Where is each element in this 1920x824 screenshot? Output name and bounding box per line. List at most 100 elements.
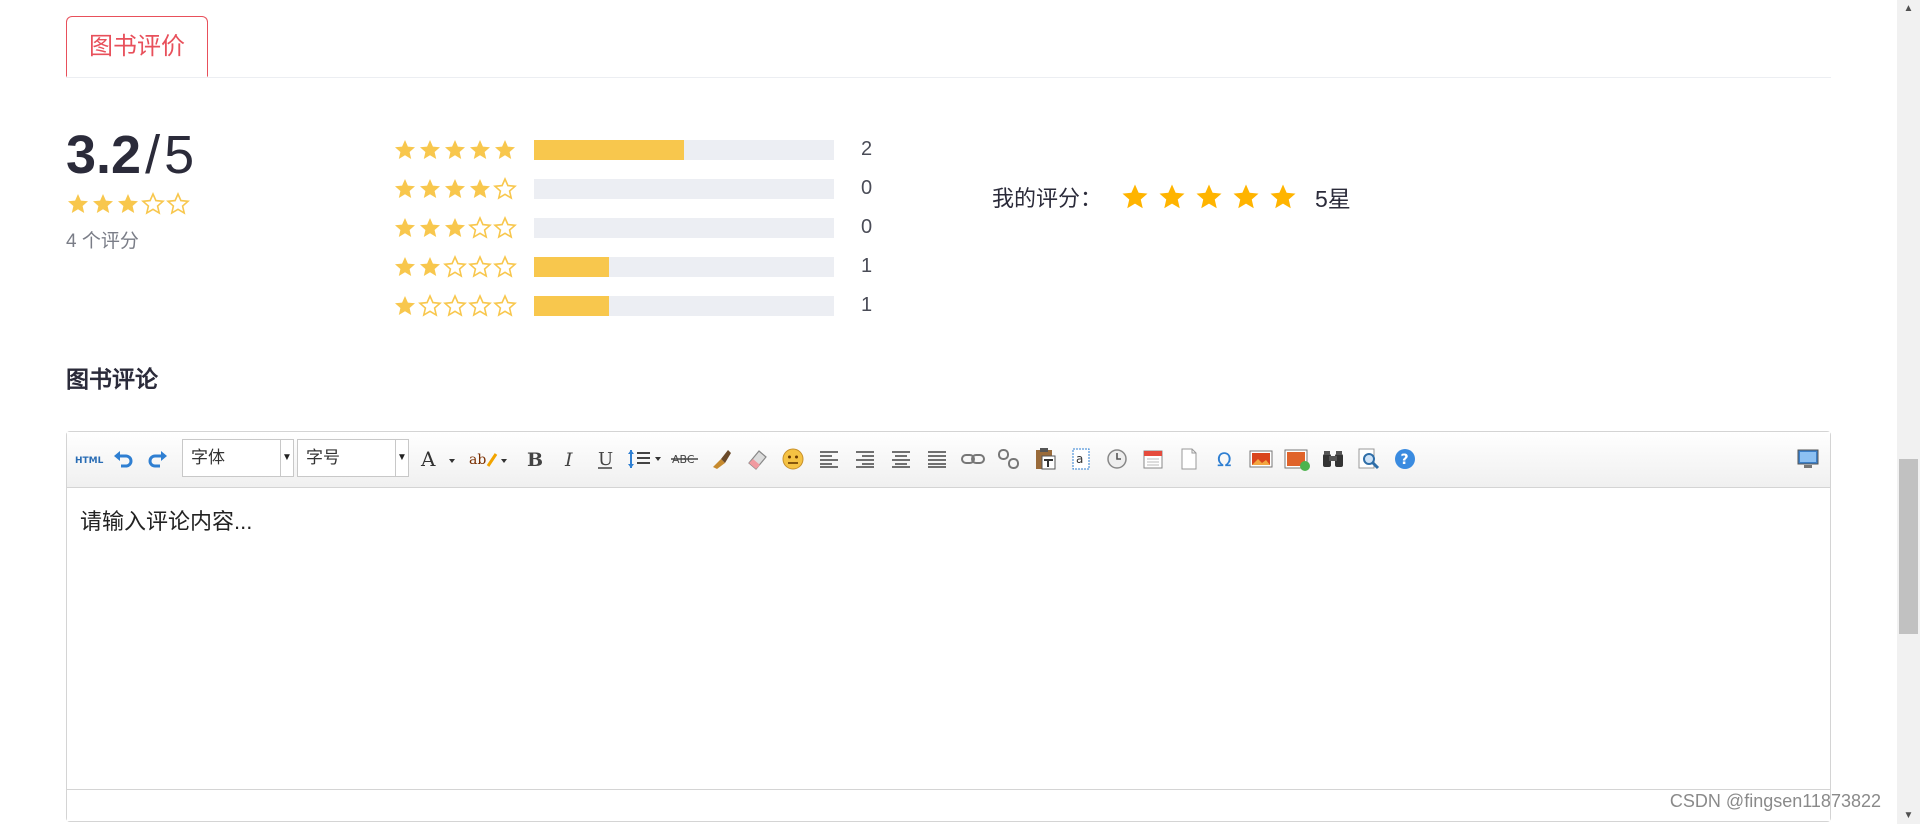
star-filled-icon bbox=[66, 192, 90, 216]
align-right-icon[interactable] bbox=[851, 443, 879, 475]
my-rating-star-icon[interactable] bbox=[1268, 182, 1298, 212]
italic-icon[interactable]: I bbox=[555, 443, 583, 475]
star-filled-icon bbox=[393, 216, 417, 240]
find-icon[interactable] bbox=[1319, 443, 1347, 475]
distribution-bar bbox=[534, 256, 834, 277]
editor-status-bar bbox=[67, 789, 1830, 821]
distribution-count: 0 bbox=[861, 177, 873, 199]
distribution-bar-fill bbox=[534, 139, 684, 160]
scroll-down-arrow-icon[interactable]: ▼ bbox=[1897, 807, 1920, 824]
distribution-stars bbox=[393, 138, 518, 162]
unlink-icon[interactable] bbox=[995, 443, 1023, 475]
insert-image-icon[interactable] bbox=[1283, 443, 1311, 475]
star-filled-icon bbox=[418, 138, 442, 162]
my-rating-star-icon[interactable] bbox=[1194, 182, 1224, 212]
font-size-label: 字号 bbox=[306, 448, 340, 467]
highlight-icon[interactable]: ab bbox=[467, 443, 511, 475]
star-empty-icon bbox=[443, 293, 467, 318]
comment-editor-area[interactable]: 请输入评论内容... bbox=[67, 488, 1830, 782]
score-value: 3.2 bbox=[66, 125, 142, 185]
star-filled-icon bbox=[418, 177, 442, 201]
star-filled-icon bbox=[418, 255, 442, 279]
distribution-row-4-star: 0 bbox=[393, 169, 881, 208]
html-source-icon[interactable]: HTML bbox=[73, 443, 105, 475]
underline-icon[interactable]: U bbox=[591, 443, 619, 475]
star-filled-icon bbox=[443, 177, 467, 201]
tab-bar: 图书评价 bbox=[66, 0, 1831, 78]
distribution-row-3-star: 0 bbox=[393, 208, 881, 247]
redo-icon[interactable] bbox=[144, 443, 172, 475]
average-stars bbox=[66, 192, 191, 216]
svg-text:I: I bbox=[564, 449, 573, 470]
star-filled-icon bbox=[393, 177, 417, 201]
distribution-count: 0 bbox=[861, 216, 873, 238]
distribution-count: 1 bbox=[861, 294, 873, 316]
help-icon[interactable]: ? bbox=[1391, 443, 1419, 475]
omega-icon[interactable]: Ω bbox=[1211, 443, 1239, 475]
svg-text:HTML: HTML bbox=[75, 456, 104, 466]
distribution-stars bbox=[393, 293, 518, 318]
star-filled-icon bbox=[468, 138, 492, 162]
undo-icon[interactable] bbox=[109, 443, 137, 475]
scroll-up-arrow-icon[interactable]: ▲ bbox=[1897, 0, 1920, 17]
star-empty-icon bbox=[493, 254, 517, 279]
distribution-bar-fill bbox=[534, 295, 609, 316]
my-rating-label: 我的评分： bbox=[992, 186, 1103, 211]
image-icon[interactable] bbox=[1247, 443, 1275, 475]
distribution-bar bbox=[534, 217, 834, 238]
time-icon[interactable] bbox=[1139, 443, 1167, 475]
align-center-icon[interactable] bbox=[887, 443, 915, 475]
font-size-select[interactable]: 字号 ▼ bbox=[297, 439, 409, 477]
star-filled-icon bbox=[443, 138, 467, 162]
rating-distribution: 2 0 0 1 1 bbox=[393, 130, 881, 325]
my-rating-stars[interactable] bbox=[1120, 182, 1305, 212]
fullscreen-icon[interactable] bbox=[1794, 443, 1822, 475]
distribution-bar bbox=[534, 295, 834, 316]
svg-text:ab: ab bbox=[469, 452, 486, 468]
my-rating-star-icon[interactable] bbox=[1120, 182, 1150, 212]
average-score: 3.2/5 bbox=[66, 125, 194, 185]
rich-text-editor: HTML 字体 ▼ 字号 ▼ A ab B I U ABC a Ω ? 请输入评… bbox=[66, 431, 1831, 822]
align-left-icon[interactable] bbox=[815, 443, 843, 475]
star-filled-icon bbox=[393, 255, 417, 279]
star-filled-icon bbox=[418, 216, 442, 240]
rating-count: 4 个评分 bbox=[66, 231, 139, 252]
star-empty-icon bbox=[141, 192, 165, 216]
chevron-down-icon: ▼ bbox=[280, 440, 293, 476]
link-icon[interactable] bbox=[959, 443, 987, 475]
my-rating-star-icon[interactable] bbox=[1157, 182, 1187, 212]
strikethrough-icon[interactable]: ABC bbox=[671, 443, 699, 475]
new-page-icon[interactable] bbox=[1175, 443, 1203, 475]
font-color-icon[interactable]: A bbox=[417, 443, 461, 475]
align-justify-icon[interactable] bbox=[923, 443, 951, 475]
distribution-bar-fill bbox=[534, 256, 609, 277]
preview-icon[interactable] bbox=[1355, 443, 1383, 475]
svg-text:U: U bbox=[598, 449, 613, 470]
my-rating-star-icon[interactable] bbox=[1231, 182, 1261, 212]
star-filled-icon bbox=[393, 138, 417, 162]
eraser-icon[interactable] bbox=[743, 443, 771, 475]
paste-icon[interactable] bbox=[1031, 443, 1059, 475]
comment-heading: 图书评论 bbox=[66, 366, 158, 392]
format-brush-icon[interactable] bbox=[707, 443, 735, 475]
svg-text:Ω: Ω bbox=[1217, 449, 1232, 470]
scroll-thumb[interactable] bbox=[1899, 459, 1918, 634]
comment-placeholder: 请输入评论内容... bbox=[80, 509, 253, 534]
distribution-stars bbox=[393, 254, 518, 279]
distribution-count: 1 bbox=[861, 255, 873, 277]
star-empty-icon bbox=[166, 192, 190, 216]
line-height-icon[interactable] bbox=[625, 443, 667, 475]
bold-icon[interactable]: B bbox=[519, 443, 547, 475]
watermark: CSDN @fingsen11873822 bbox=[1669, 791, 1881, 811]
paste-text-icon[interactable]: a bbox=[1067, 443, 1095, 475]
score-separator: / bbox=[145, 125, 161, 185]
special-anchor-icon[interactable] bbox=[1103, 443, 1131, 475]
page-scrollbar[interactable]: ▲ ▼ bbox=[1897, 0, 1920, 824]
page: 图书评价 3.2/5 4 个评分 2 0 0 1 1 我的评分： 5星 图书评论 HTM… bbox=[0, 0, 1897, 824]
distribution-row-5-star: 2 bbox=[393, 130, 881, 169]
distribution-bar bbox=[534, 139, 834, 160]
emoticon-icon[interactable] bbox=[779, 443, 807, 475]
svg-text:?: ? bbox=[1401, 452, 1409, 468]
tab-book-review[interactable]: 图书评价 bbox=[66, 16, 208, 77]
font-family-select[interactable]: 字体 ▼ bbox=[182, 439, 294, 477]
